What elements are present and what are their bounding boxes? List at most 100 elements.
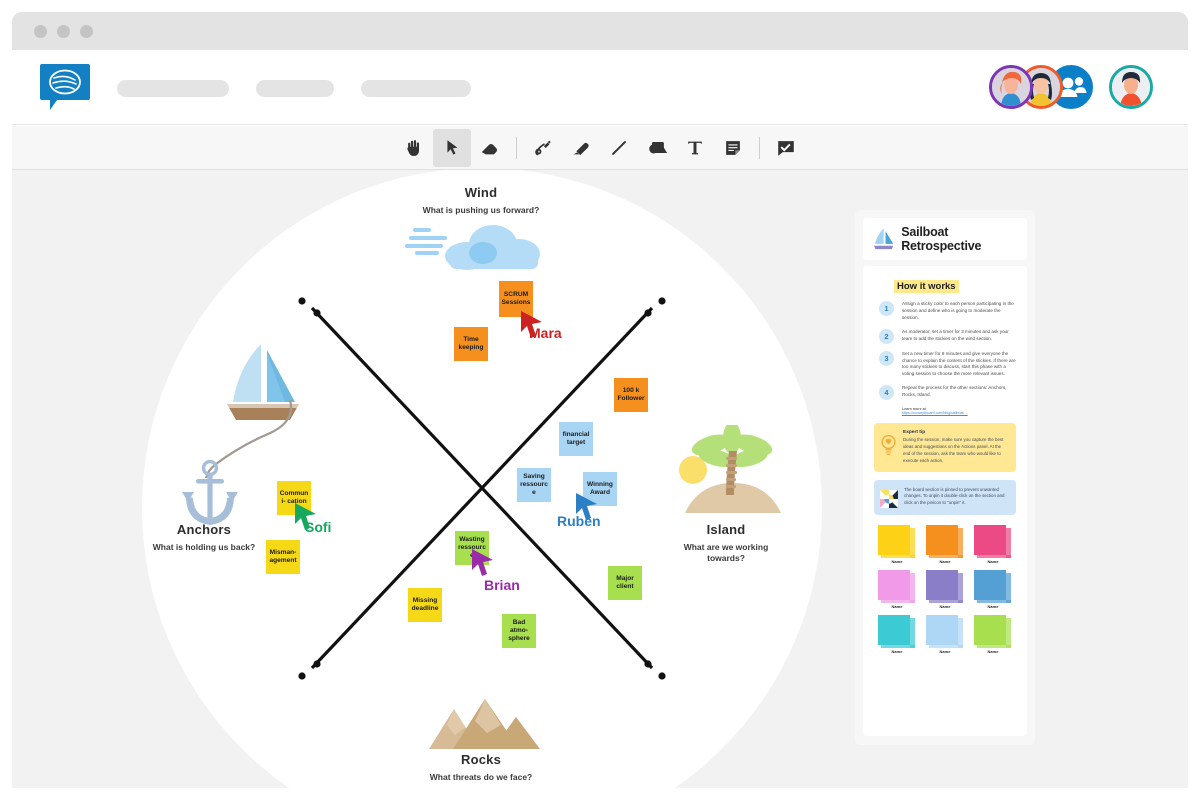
- panel-body: How it works 1 Assign a sticky color to e…: [863, 266, 1027, 736]
- swatch-face[interactable]: [974, 524, 1006, 555]
- how-it-works-step: 4 Repeat the process for the other sectio…: [872, 385, 1018, 401]
- color-swatch[interactable]: Name: [971, 569, 1015, 609]
- swatch-bottom: [977, 644, 1011, 648]
- highlighter-tool[interactable]: [562, 129, 600, 167]
- color-swatch[interactable]: Name: [875, 524, 919, 564]
- drawing-toolbar: [12, 126, 1188, 170]
- line-tool[interactable]: [600, 129, 638, 167]
- expert-tip-title: Expert tip: [903, 430, 926, 436]
- sticky-note[interactable]: Bad atmo- sphere: [502, 614, 536, 648]
- user-avatar-1[interactable]: [989, 65, 1033, 109]
- color-swatches: Name Name Name Name Name Name Name Name Name: [875, 524, 1015, 654]
- swatch-face[interactable]: [926, 524, 958, 555]
- swatch-face[interactable]: [926, 569, 958, 600]
- how-it-works-step: 3 Set a new timer for 8 minutes and give …: [872, 350, 1018, 379]
- panel-title-card: Sailboat Retrospective: [863, 218, 1027, 260]
- swatch-face[interactable]: [926, 614, 958, 645]
- swatch-bottom: [929, 554, 963, 558]
- anchor-illustration: [182, 460, 238, 525]
- swatch-bottom: [977, 554, 1011, 558]
- current-user-avatar[interactable]: [1109, 65, 1153, 109]
- swatch-bottom: [881, 644, 915, 648]
- pin-section-icon: [880, 489, 898, 508]
- swatch-bottom: [929, 599, 963, 603]
- nav-item-2[interactable]: [256, 80, 334, 97]
- expert-tip-text: During the session, make sure you captur…: [903, 437, 1004, 463]
- rocks-illustration: [429, 699, 540, 749]
- step-text: Assign a sticky color to each person par…: [902, 301, 1014, 320]
- lightbulb-icon: [881, 435, 896, 456]
- comment-tool[interactable]: [767, 129, 805, 167]
- conceptboard-logo-icon[interactable]: [40, 64, 90, 110]
- cursor-name-label: Brian: [484, 577, 520, 593]
- color-swatch[interactable]: Name: [971, 524, 1015, 564]
- swatch-side: [958, 572, 963, 603]
- swatch-face[interactable]: [878, 614, 910, 645]
- cursor-name-label: Ruben: [557, 513, 601, 529]
- step-text: As moderator, set a timer for 3 minutes …: [902, 328, 1009, 341]
- sticky-note[interactable]: Missing deadline: [408, 588, 442, 622]
- swatch-face[interactable]: [878, 569, 910, 600]
- board-canvas[interactable]: Wind What is pushing us forward? Anchors…: [12, 170, 1188, 788]
- swatch-label: Name: [939, 648, 951, 654]
- color-swatch[interactable]: Name: [923, 524, 967, 564]
- eraser-tool[interactable]: [471, 129, 509, 167]
- color-swatch[interactable]: Name: [923, 569, 967, 609]
- cursor-name-label: Sofi: [305, 519, 332, 535]
- toolbar-divider-2: [759, 136, 760, 159]
- quadrant-title: Island: [706, 522, 746, 537]
- sticky-note[interactable]: Saving ressource: [517, 468, 551, 502]
- sticky-note[interactable]: Major client: [608, 566, 642, 600]
- quadrant-question: What are we working towards?: [683, 542, 769, 564]
- text-tool[interactable]: [676, 129, 714, 167]
- hand-tool[interactable]: [395, 129, 433, 167]
- sticky-note-tool[interactable]: [714, 129, 752, 167]
- swatch-side: [910, 527, 915, 558]
- quadrant-label-rocks: Rocks What threats do we face?: [397, 752, 565, 783]
- color-swatch[interactable]: Name: [923, 614, 967, 654]
- quadrant-label-wind: Wind What is pushing us forward?: [397, 185, 565, 216]
- color-swatch[interactable]: Name: [875, 569, 919, 609]
- step-number: 3: [879, 350, 894, 366]
- color-swatch[interactable]: Name: [875, 614, 919, 654]
- swatch-label: Name: [939, 558, 951, 564]
- step-number: 4: [879, 385, 894, 401]
- swatch-face[interactable]: [974, 569, 1006, 600]
- nav-item-1[interactable]: [117, 80, 229, 97]
- swatch-bottom: [881, 599, 915, 603]
- step-number: 2: [879, 328, 894, 344]
- swatch-label: Name: [891, 558, 903, 564]
- swatch-label: Name: [891, 603, 903, 609]
- swatch-side: [1006, 617, 1011, 648]
- close-window-button[interactable]: [34, 25, 47, 38]
- sticky-note[interactable]: financial target: [559, 422, 593, 456]
- pen-tool[interactable]: [524, 129, 562, 167]
- select-tool[interactable]: [433, 128, 471, 167]
- sticky-note[interactable]: 100 k Follower: [614, 378, 648, 412]
- steps-list: 1 Assign a sticky color to each person pa…: [872, 301, 1018, 401]
- sticky-note[interactable]: Time keeping: [454, 327, 488, 361]
- avatar-group: [989, 65, 1153, 109]
- sidebar-info-panel: Sailboat Retrospective How it works 1 Ass…: [855, 210, 1035, 745]
- learn-more-link[interactable]: https://conceptboard.com/blog/sailboat-.…: [902, 411, 1018, 415]
- maximize-window-button[interactable]: [80, 25, 93, 38]
- nav-item-3[interactable]: [361, 80, 471, 97]
- swatch-bottom: [929, 644, 963, 648]
- quadrant-title: Wind: [464, 185, 498, 200]
- shapes-tool[interactable]: [638, 129, 676, 167]
- toolbar-divider-1: [516, 136, 517, 159]
- swatch-side: [958, 617, 963, 648]
- quadrant-question: What is pushing us forward?: [422, 205, 540, 215]
- how-it-works-heading: How it works: [894, 280, 959, 293]
- color-swatch[interactable]: Name: [971, 614, 1015, 654]
- swatch-face[interactable]: [878, 524, 910, 555]
- sailboat-icon: [873, 228, 894, 250]
- swatch-face[interactable]: [974, 614, 1006, 645]
- pin-note-box: The board section is pinned to prevent u…: [874, 479, 1016, 515]
- minimize-window-button[interactable]: [57, 25, 70, 38]
- cursor-name-label: Mara: [529, 325, 562, 341]
- swatch-bottom: [977, 599, 1011, 603]
- swatch-label: Name: [939, 603, 951, 609]
- swatch-label: Name: [891, 648, 903, 654]
- sticky-note[interactable]: Misman- agement: [266, 540, 300, 574]
